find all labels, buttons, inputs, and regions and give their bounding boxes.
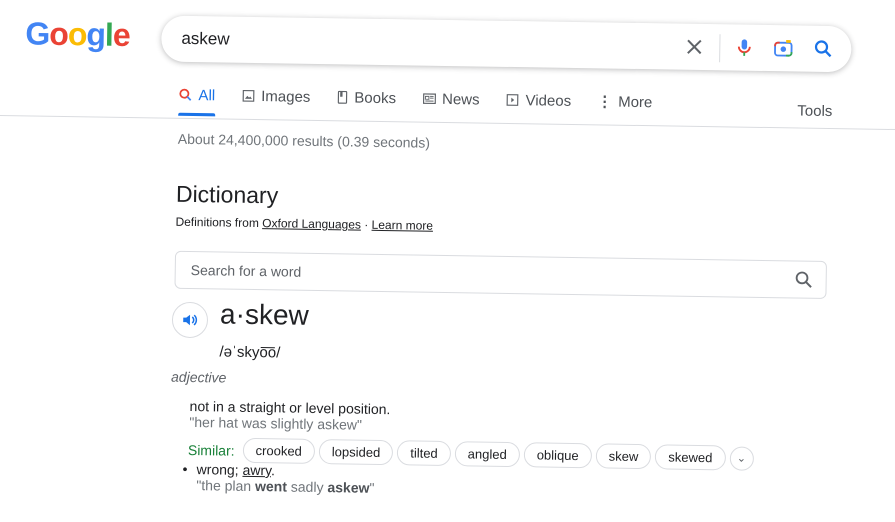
similar-chip[interactable]: tilted xyxy=(397,440,451,467)
tab-images[interactable]: Images xyxy=(241,87,311,118)
clear-icon[interactable] xyxy=(683,36,705,58)
tab-label: All xyxy=(198,86,216,104)
video-icon xyxy=(506,94,519,106)
tools-button[interactable]: Tools xyxy=(797,102,832,120)
tab-label: Images xyxy=(261,87,311,106)
logo-letter: g xyxy=(86,16,106,53)
search-icon xyxy=(179,88,192,101)
tab-books[interactable]: Books xyxy=(336,88,396,119)
pronunciation: /əˈskyo͞o/ xyxy=(219,343,281,362)
definition-1: not in a straight or level position. "he… xyxy=(189,398,390,433)
example-part: sadly xyxy=(286,478,328,496)
mic-icon[interactable] xyxy=(733,36,755,58)
awry-link[interactable]: awry xyxy=(242,462,271,478)
search-input[interactable]: askew xyxy=(181,29,229,50)
pronounce-button[interactable] xyxy=(171,301,209,339)
example-bold: askew xyxy=(327,479,370,496)
learn-more-link[interactable]: Learn more xyxy=(372,218,434,233)
similar-chip[interactable]: oblique xyxy=(523,442,592,469)
example-part: " xyxy=(369,479,375,496)
definition-text: wrong; xyxy=(196,461,243,478)
more-vert-icon: ⋮ xyxy=(597,93,613,111)
dictionary-source: Definitions from Oxford Languages · Lear… xyxy=(175,215,433,233)
tab-label: Videos xyxy=(525,91,572,110)
camera-lens-icon[interactable] xyxy=(772,37,794,59)
tab-more[interactable]: ⋮ More xyxy=(597,92,653,123)
definition-2: • wrong; awry. "the plan went sadly askew… xyxy=(182,461,375,496)
tab-label: News xyxy=(441,90,480,108)
dictionary-title: Dictionary xyxy=(175,180,279,209)
logo-letter: o xyxy=(67,16,87,53)
tab-videos[interactable]: Videos xyxy=(505,91,571,122)
word-search-box[interactable] xyxy=(174,250,827,299)
tab-label: More xyxy=(618,93,653,111)
tab-all[interactable]: All xyxy=(178,86,215,117)
example-part: "the plan xyxy=(196,477,256,495)
divider xyxy=(719,34,721,63)
search-icon[interactable] xyxy=(812,38,834,60)
tab-label: Books xyxy=(354,89,397,107)
search-tabs: All Images Books News Videos ⋮ More xyxy=(178,86,678,124)
example-text: "the plan went sadly askew" xyxy=(182,477,374,496)
example-text: "her hat was slightly askew" xyxy=(189,413,363,433)
headword: a·skew xyxy=(219,298,310,331)
example-bold: went xyxy=(254,478,288,495)
news-icon xyxy=(422,93,436,105)
similar-chip[interactable]: skewed xyxy=(655,444,726,471)
result-stats: About 24,400,000 results (0.39 seconds) xyxy=(177,130,431,151)
period: . xyxy=(270,462,276,479)
google-logo[interactable]: Google xyxy=(25,15,130,54)
word-search-input[interactable] xyxy=(188,260,773,289)
logo-letter: G xyxy=(25,15,50,52)
part-of-speech: adjective xyxy=(170,368,227,386)
similar-chip[interactable]: lopsided xyxy=(318,439,394,466)
chevron-down-icon[interactable]: ⌄ xyxy=(729,445,754,471)
speaker-icon xyxy=(183,314,198,326)
image-icon xyxy=(242,89,255,102)
logo-letter: o xyxy=(49,15,69,53)
logo-letter: e xyxy=(112,16,130,53)
separator: · xyxy=(360,217,372,232)
search-icon[interactable] xyxy=(794,269,814,289)
oxford-languages-link[interactable]: Oxford Languages xyxy=(262,216,361,232)
bullet: • xyxy=(182,460,188,477)
similar-label: Similar: xyxy=(187,441,235,459)
source-prefix: Definitions from xyxy=(175,214,263,231)
search-box[interactable]: askew xyxy=(161,15,852,73)
similar-chip[interactable]: crooked xyxy=(242,437,316,464)
book-icon xyxy=(337,90,348,104)
similar-chip[interactable]: skew xyxy=(595,443,652,470)
tab-news[interactable]: News xyxy=(422,90,480,121)
similar-chip[interactable]: angled xyxy=(454,441,520,468)
